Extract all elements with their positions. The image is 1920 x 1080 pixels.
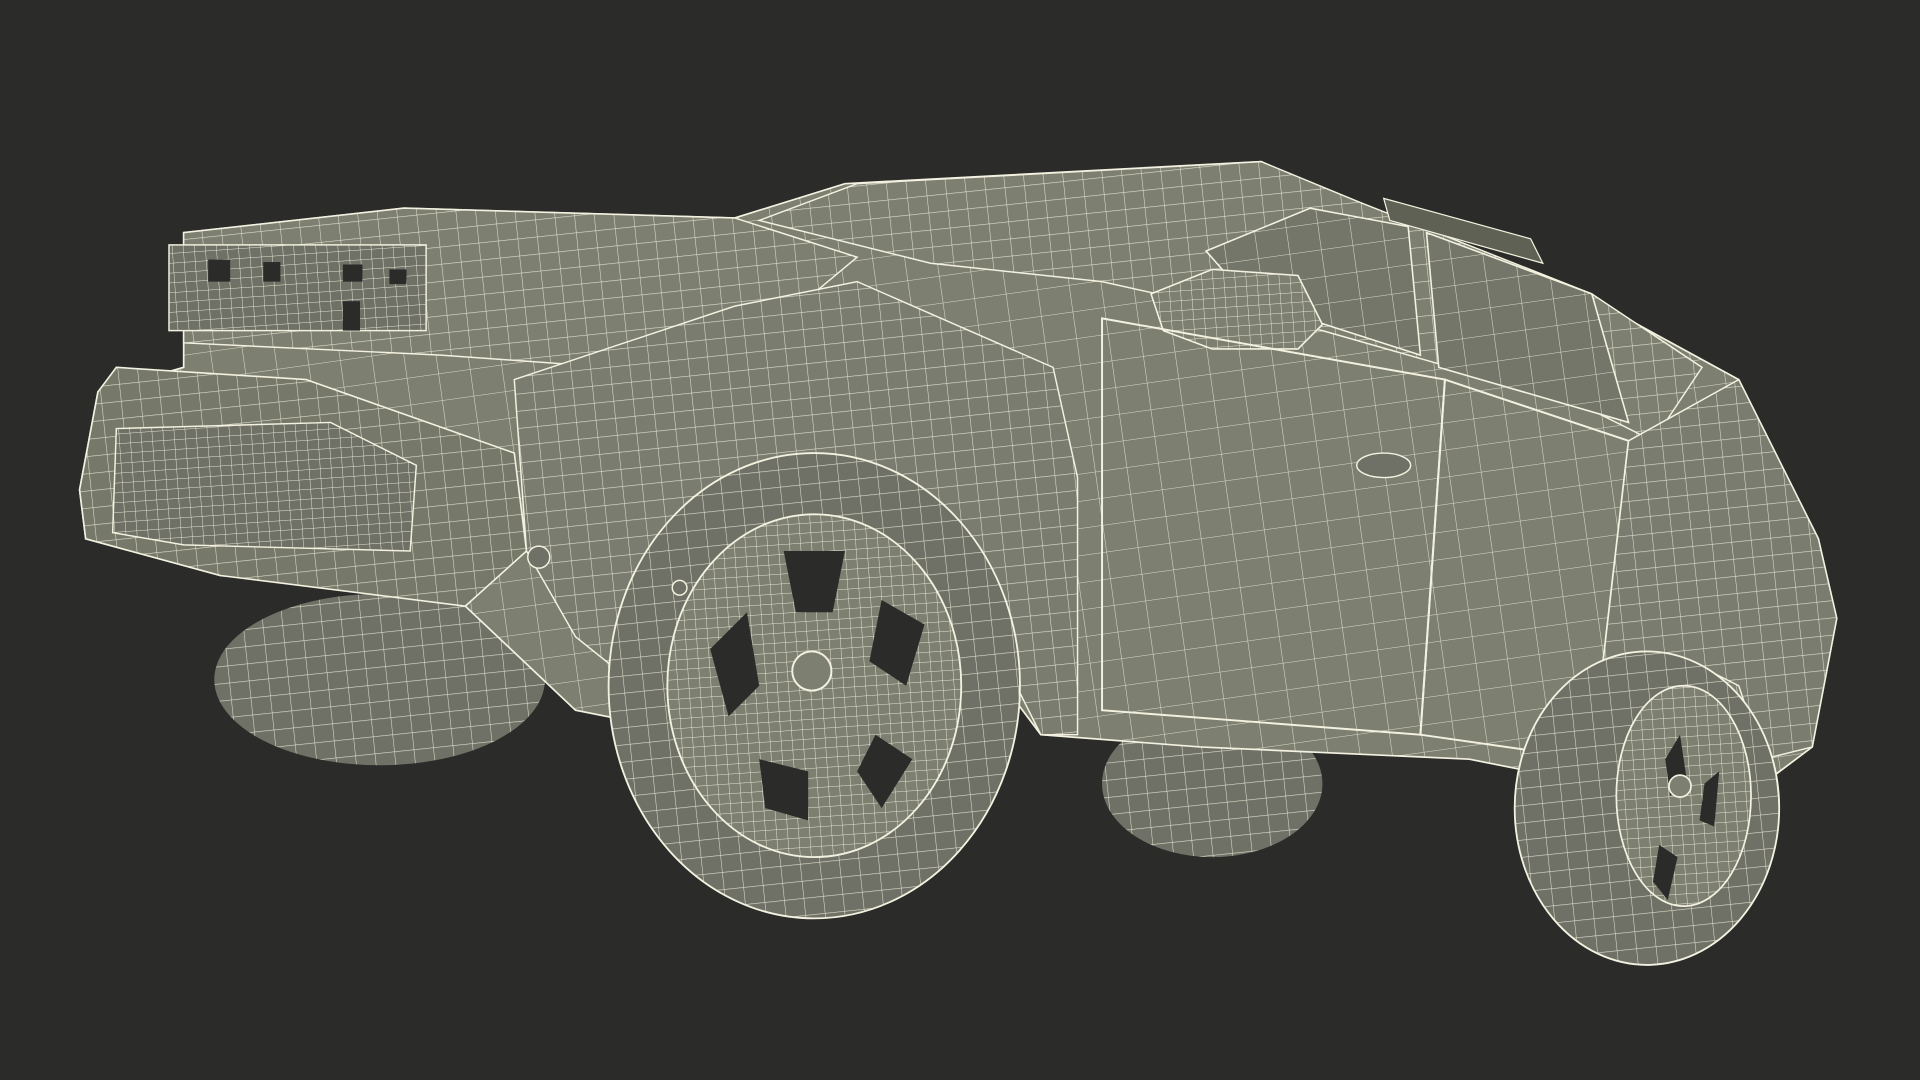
- rear-right-wheel: [1513, 650, 1781, 966]
- rear-right-hub: [1668, 774, 1692, 798]
- vehicle-wireframe-render: [78, 160, 1838, 966]
- hood-vents: [168, 244, 427, 332]
- door-handle: [1356, 452, 1412, 479]
- front-right-hub: [791, 650, 833, 692]
- render-viewport: [0, 0, 1920, 1080]
- front-right-wheel: [607, 452, 1021, 920]
